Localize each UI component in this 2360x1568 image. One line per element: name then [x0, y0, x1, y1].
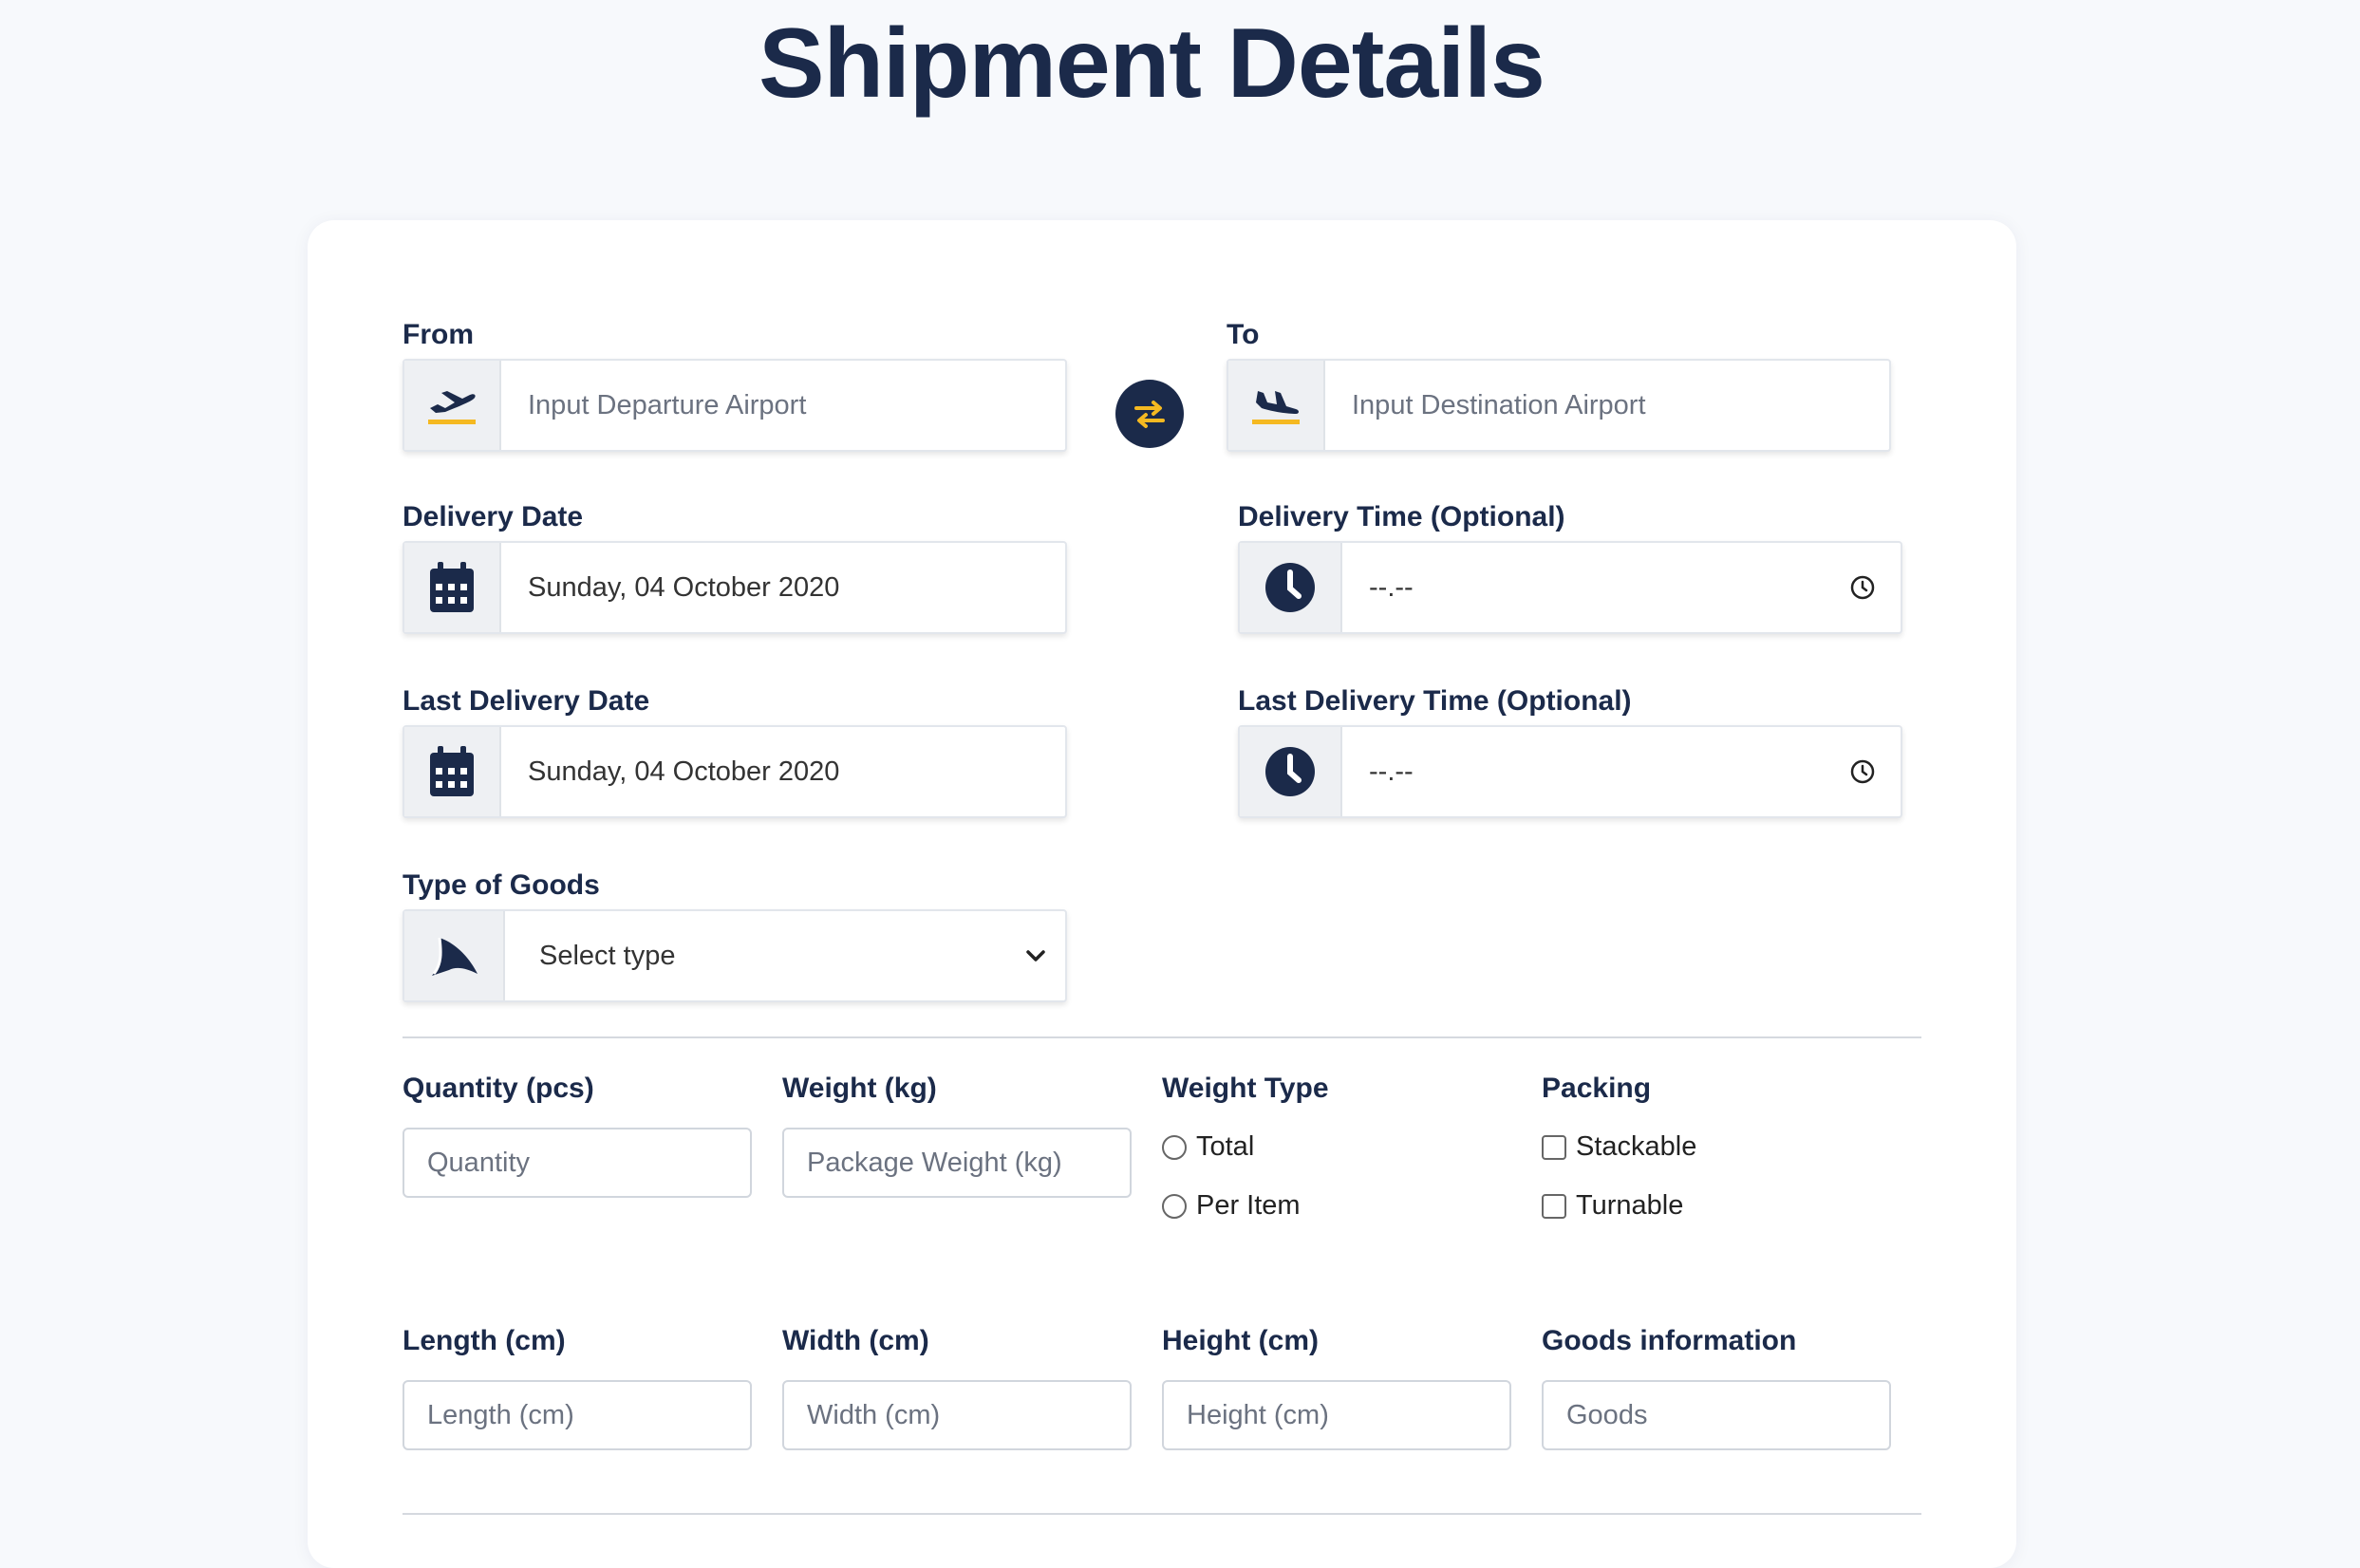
width-input[interactable] — [782, 1380, 1132, 1450]
radio-button[interactable] — [1162, 1193, 1187, 1219]
weight-type-per-item[interactable]: Per Item — [1162, 1190, 1301, 1222]
packing-turnable-label: Turnable — [1576, 1190, 1684, 1221]
last-delivery-date-label: Last Delivery Date — [403, 685, 650, 717]
length-label: Length (cm) — [403, 1325, 566, 1356]
weight-label: Weight (kg) — [782, 1073, 937, 1104]
to-label: To — [1227, 319, 1260, 350]
weight-type-total[interactable]: Total — [1162, 1131, 1254, 1163]
calendar-icon — [404, 543, 501, 632]
goods-info-input[interactable] — [1542, 1380, 1891, 1450]
time-picker-clock-icon[interactable] — [1825, 543, 1901, 632]
last-delivery-time-value: --.-- — [1369, 756, 1414, 787]
delivery-date-field[interactable]: Sunday, 04 October 2020 — [403, 541, 1067, 634]
plane-departure-icon — [404, 361, 501, 450]
from-label: From — [403, 319, 474, 350]
chevron-down-icon — [1026, 950, 1045, 961]
checkbox[interactable] — [1542, 1134, 1566, 1160]
weight-type-label: Weight Type — [1162, 1073, 1329, 1104]
packing-turnable[interactable]: Turnable — [1542, 1190, 1683, 1222]
goods-type-select[interactable]: Select type — [403, 909, 1067, 1002]
departure-airport-input[interactable] — [501, 361, 1065, 450]
delivery-time-field[interactable]: --.-- — [1238, 541, 1902, 634]
quantity-label: Quantity (pcs) — [403, 1073, 594, 1104]
delivery-time-value: --.-- — [1369, 571, 1414, 603]
swap-button[interactable] — [1115, 380, 1184, 448]
goods-type-dropdown[interactable]: Select type — [505, 911, 1065, 1000]
from-field[interactable] — [403, 359, 1067, 452]
checkbox[interactable] — [1542, 1193, 1566, 1219]
goods-type-label: Type of Goods — [403, 869, 600, 901]
goods-type-value: Select type — [539, 940, 676, 971]
goods-info-label: Goods information — [1542, 1325, 1797, 1356]
time-picker-clock-icon[interactable] — [1825, 727, 1901, 816]
radio-button[interactable] — [1162, 1134, 1187, 1160]
delivery-time-label: Delivery Time (Optional) — [1238, 501, 1565, 532]
destination-airport-input[interactable] — [1325, 361, 1889, 450]
clock-icon — [1240, 543, 1342, 632]
last-delivery-time-label: Last Delivery Time (Optional) — [1238, 685, 1632, 717]
packing-stackable[interactable]: Stackable — [1542, 1131, 1696, 1163]
quantity-input[interactable] — [403, 1128, 752, 1198]
length-input[interactable] — [403, 1380, 752, 1450]
section-divider — [403, 1036, 1921, 1038]
delivery-date-value: Sunday, 04 October 2020 — [528, 571, 840, 603]
clock-icon — [1240, 727, 1342, 816]
calendar-icon — [404, 727, 501, 816]
weight-type-total-label: Total — [1196, 1131, 1255, 1162]
section-divider — [403, 1513, 1921, 1515]
width-label: Width (cm) — [782, 1325, 929, 1356]
last-delivery-date-field[interactable]: Sunday, 04 October 2020 — [403, 725, 1067, 818]
delivery-date-label: Delivery Date — [403, 501, 584, 532]
weight-input[interactable] — [782, 1128, 1132, 1198]
page-title: Shipment Details — [759, 9, 1545, 119]
last-delivery-date-value: Sunday, 04 October 2020 — [528, 756, 840, 787]
weight-type-per-item-label: Per Item — [1196, 1190, 1301, 1221]
last-delivery-time-field[interactable]: --.-- — [1238, 725, 1902, 818]
to-field[interactable] — [1227, 359, 1891, 452]
swap-arrows-icon — [1134, 401, 1165, 428]
packing-label: Packing — [1542, 1073, 1652, 1104]
height-label: Height (cm) — [1162, 1325, 1319, 1356]
height-input[interactable] — [1162, 1380, 1511, 1450]
plane-arrival-icon — [1228, 361, 1325, 450]
shark-fin-icon — [404, 911, 505, 1000]
packing-stackable-label: Stackable — [1576, 1131, 1697, 1162]
